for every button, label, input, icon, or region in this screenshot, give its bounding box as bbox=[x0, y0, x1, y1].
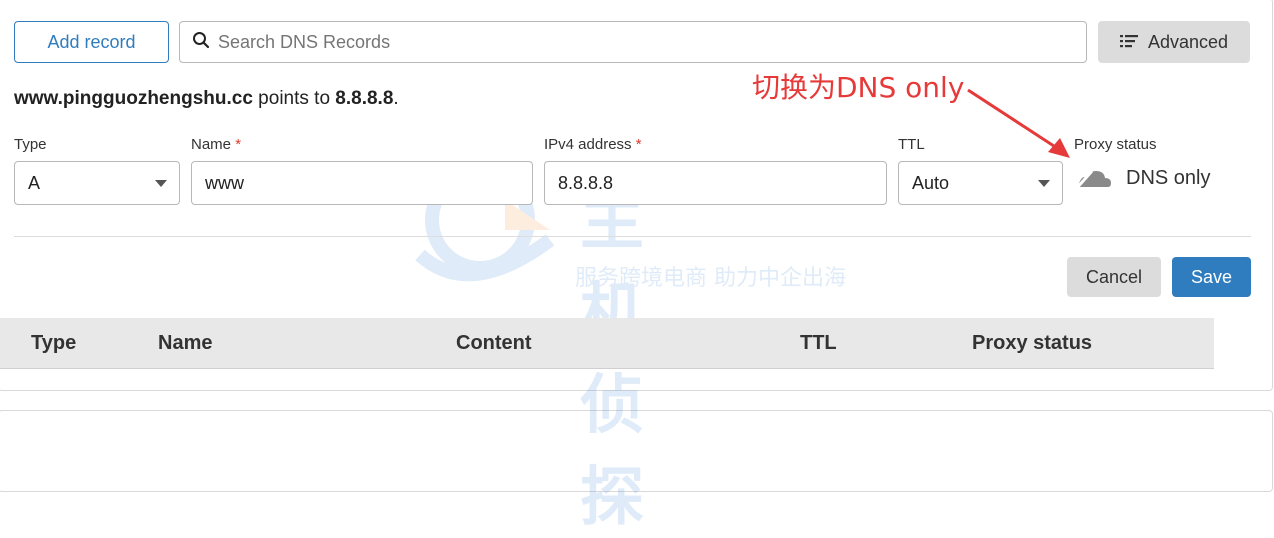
summary-domain: www.pingguozhengshu.cc bbox=[14, 88, 253, 109]
name-input[interactable]: www bbox=[191, 161, 533, 205]
type-select[interactable]: A bbox=[14, 161, 180, 205]
summary-middle: points to bbox=[252, 88, 336, 109]
save-label: Save bbox=[1190, 266, 1233, 287]
add-record-label: Add record bbox=[47, 31, 136, 52]
cancel-label: Cancel bbox=[1085, 266, 1143, 287]
save-button[interactable]: Save bbox=[1172, 257, 1251, 297]
proxy-status-value: DNS only bbox=[1126, 166, 1211, 189]
annotation-text: 切换为DNS only bbox=[752, 71, 965, 104]
proxy-status-label: Proxy status bbox=[1074, 136, 1157, 153]
cloud-icon bbox=[1074, 170, 1111, 190]
chevron-down-icon bbox=[1038, 180, 1050, 187]
ttl-value: Auto bbox=[912, 172, 950, 193]
column-header-type[interactable]: Type bbox=[31, 332, 76, 355]
column-header-content[interactable]: Content bbox=[456, 332, 532, 355]
next-card bbox=[0, 410, 1273, 492]
name-label: Name * bbox=[191, 136, 242, 153]
advanced-button[interactable]: Advanced bbox=[1098, 21, 1250, 63]
summary-end: . bbox=[393, 88, 399, 109]
type-value: A bbox=[28, 172, 41, 193]
proxy-status-toggle[interactable]: DNS only bbox=[1074, 165, 1210, 191]
search-input[interactable] bbox=[216, 30, 1070, 54]
column-header-name[interactable]: Name bbox=[158, 332, 212, 355]
ttl-label: TTL bbox=[898, 136, 925, 153]
records-table-header: Type Name Content TTL Proxy status bbox=[0, 318, 1214, 369]
cancel-button[interactable]: Cancel bbox=[1067, 257, 1161, 297]
column-header-proxy-status[interactable]: Proxy status bbox=[972, 332, 1092, 355]
filter-lines-icon bbox=[1119, 32, 1138, 53]
summary-target: 8.8.8.8 bbox=[335, 88, 394, 109]
type-label: Type bbox=[14, 136, 47, 153]
name-value: www bbox=[205, 172, 244, 193]
search-box[interactable] bbox=[179, 21, 1087, 63]
ttl-select[interactable]: Auto bbox=[898, 161, 1063, 205]
annotation-arrow-icon bbox=[967, 88, 1070, 158]
divider bbox=[14, 236, 1251, 237]
add-record-button[interactable]: Add record bbox=[14, 21, 169, 63]
ipv4-label: IPv4 address * bbox=[544, 136, 642, 153]
search-icon bbox=[192, 31, 210, 54]
record-summary: www.pingguozhengshu.cc points to 8.8.8.8… bbox=[14, 88, 399, 110]
advanced-label: Advanced bbox=[1147, 31, 1229, 52]
column-header-ttl[interactable]: TTL bbox=[800, 332, 837, 355]
ipv4-input[interactable]: 8.8.8.8 bbox=[544, 161, 887, 205]
chevron-down-icon bbox=[155, 180, 167, 187]
ipv4-value: 8.8.8.8 bbox=[558, 172, 614, 193]
